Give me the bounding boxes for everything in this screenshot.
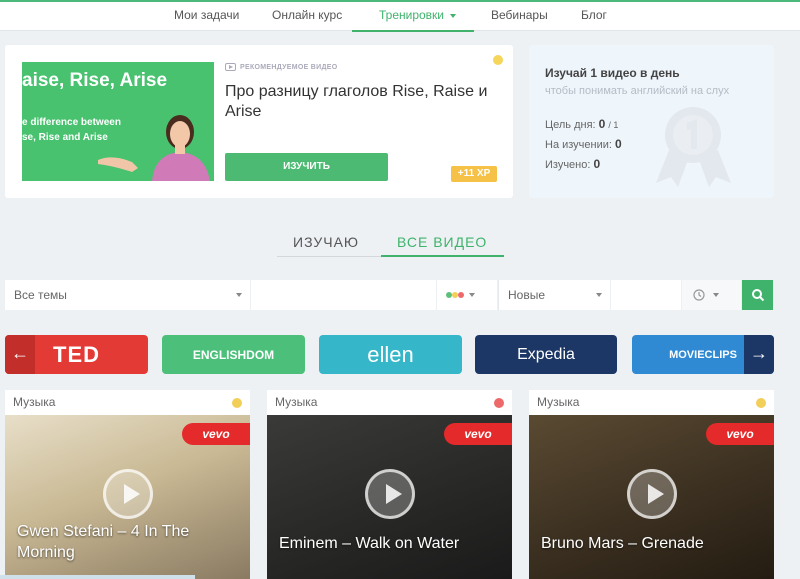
channel-expedia[interactable]: Expedia <box>475 335 617 374</box>
sort-select[interactable]: Новые <box>499 280 610 310</box>
learned-stat: Изучено: 0 <box>545 157 600 171</box>
difficulty-dot <box>232 398 242 408</box>
studying-value: 0 <box>615 137 622 151</box>
difficulty-select[interactable] <box>437 280 497 310</box>
channel-movieclips[interactable]: MOVIECLIPS → <box>632 335 774 374</box>
difficulty-dot <box>494 398 504 408</box>
recommended-video-title[interactable]: Про разницу глаголов Rise, Raise и Arise <box>225 82 505 122</box>
nav-item-blog[interactable]: Блог <box>581 8 607 22</box>
thumbnail-title: aise, Rise, Arise <box>22 70 168 91</box>
goal-total: / 1 <box>608 120 619 130</box>
clock-icon <box>693 289 705 301</box>
channel-expedia-label: Expedia <box>517 345 575 363</box>
nav-item-webinars[interactable]: Вебинары <box>491 8 548 22</box>
arrow-left-icon[interactable]: ← <box>5 335 35 374</box>
video-thumbnail[interactable]: vevo Gwen Stefani – 4 In The Morning <box>5 415 250 579</box>
play-icon[interactable] <box>365 469 415 519</box>
top-navigation: Мои задачи Онлайн курс Тренировки Вебина… <box>0 0 800 32</box>
video-thumbnail[interactable]: vevo Eminem – Walk on Water <box>267 415 512 579</box>
search-input[interactable] <box>251 280 436 310</box>
recommended-label-text: РЕКОМЕНДУЕМОЕ ВИДЕО <box>240 63 338 71</box>
arrow-right-icon[interactable]: → <box>744 335 774 374</box>
presenter-image <box>92 115 210 181</box>
channel-ellen[interactable]: ellen <box>319 335 462 374</box>
tab-active-underline <box>381 255 504 257</box>
channel-englishdom[interactable]: ENGLISHDOM <box>162 335 305 374</box>
recommended-video-thumbnail[interactable]: aise, Rise, Arise e difference between s… <box>22 62 214 181</box>
studying-label: На изучении: <box>545 139 612 151</box>
chevron-down-icon <box>450 13 457 18</box>
vevo-badge: vevo <box>182 423 250 445</box>
video-card[interactable]: Музыка vevo Gwen Stefani – 4 In The Morn… <box>5 390 250 579</box>
search-icon <box>752 289 765 302</box>
learned-value: 0 <box>593 157 601 171</box>
video-tabs: ИЗУЧАЮ ВСЕ ВИДЕО <box>277 232 504 257</box>
daily-goal-title: Изучай 1 видео в день <box>545 66 680 80</box>
video-icon <box>225 63 236 71</box>
chevron-down-icon <box>469 293 475 297</box>
goal-label: Цель дня: <box>545 119 596 131</box>
play-icon[interactable] <box>103 469 153 519</box>
tab-studying[interactable]: ИЗУЧАЮ <box>293 234 359 250</box>
vevo-badge: vevo <box>706 423 774 445</box>
recommended-label: РЕКОМЕНДУЕМОЕ ВИДЕО <box>225 63 337 71</box>
video-title: Eminem – Walk on Water <box>279 535 460 552</box>
chevron-down-icon <box>596 293 602 297</box>
video-title: Bruno Mars – Grenade <box>541 535 704 552</box>
medal-icon <box>656 107 731 187</box>
nav-item-trainings-label: Тренировки <box>379 8 445 22</box>
difficulty-dot <box>756 398 766 408</box>
video-card[interactable]: Музыка vevo Eminem – Walk on Water <box>267 390 512 579</box>
video-category: Музыка <box>13 395 56 409</box>
horizontal-scrollbar[interactable] <box>0 575 195 579</box>
play-icon[interactable] <box>627 469 677 519</box>
nav-item-trainings[interactable]: Тренировки <box>379 8 457 22</box>
study-button[interactable]: ИЗУЧИТЬ <box>225 153 388 181</box>
channel-ellen-label: ellen <box>367 341 414 367</box>
learned-label: Изучено: <box>545 159 591 171</box>
recommended-video-card: aise, Rise, Arise e difference between s… <box>5 45 513 198</box>
chevron-down-icon <box>236 293 242 297</box>
studying-stat: На изучении: 0 <box>545 137 622 151</box>
daily-goal-card: Изучай 1 видео в день чтобы понимать анг… <box>529 45 774 198</box>
topics-select-value: Все темы <box>14 288 67 302</box>
daily-goal-subtitle: чтобы понимать английский на слух <box>545 85 730 97</box>
duration-select[interactable] <box>682 280 741 310</box>
nav-active-underline <box>352 30 474 32</box>
search-button[interactable] <box>742 280 773 310</box>
video-title: Gwen Stefani – 4 In The Morning <box>17 523 190 561</box>
video-category: Музыка <box>275 395 318 409</box>
duration-input[interactable] <box>611 280 681 310</box>
video-category: Музыка <box>537 395 580 409</box>
chevron-down-icon <box>713 293 719 297</box>
topics-select[interactable]: Все темы <box>5 280 250 310</box>
goal-stat: Цель дня: 0 / 1 <box>545 117 618 131</box>
difficulty-dot <box>493 55 503 65</box>
video-thumbnail[interactable]: vevo Bruno Mars – Grenade <box>529 415 774 579</box>
vevo-badge: vevo <box>444 423 512 445</box>
nav-item-my-tasks[interactable]: Мои задачи <box>174 8 239 22</box>
goal-value: 0 <box>598 117 606 131</box>
sort-select-value: Новые <box>508 288 546 302</box>
xp-badge: +11 XP <box>451 166 497 182</box>
channel-englishdom-label: ENGLISHDOM <box>192 347 275 362</box>
difficulty-dots-icon <box>446 292 464 298</box>
video-card[interactable]: Музыка vevo Bruno Mars – Grenade <box>529 390 774 579</box>
tab-all-videos[interactable]: ВСЕ ВИДЕО <box>397 234 487 250</box>
nav-item-online-course[interactable]: Онлайн курс <box>272 8 342 22</box>
channel-ted[interactable]: TED ← <box>5 335 148 374</box>
